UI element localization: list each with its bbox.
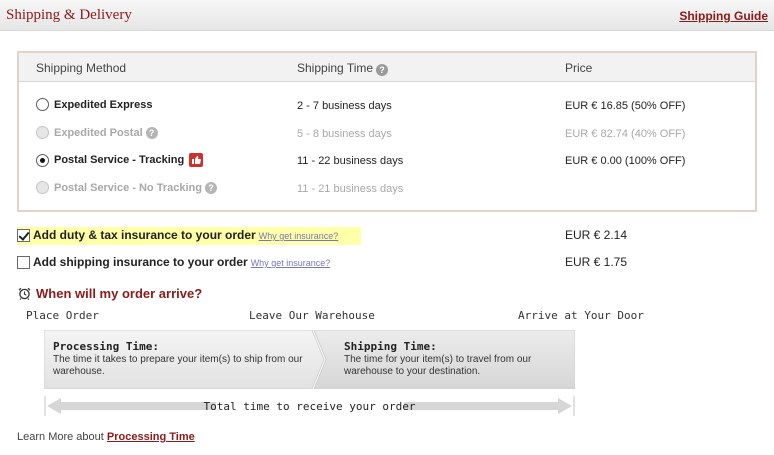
learn-more-prefix: Learn More about xyxy=(17,431,104,443)
method-label: Expedited Postal xyxy=(54,126,143,139)
shipping-time-title: Shipping Time: xyxy=(344,340,437,353)
learn-more: Learn More about Processing Time xyxy=(17,431,195,443)
method-label: Postal Service - No Tracking xyxy=(54,181,202,194)
shipping-insurance-price: EUR € 1.75 xyxy=(565,255,628,269)
shipping-insurance-label: Add shipping insurance to your order xyxy=(33,255,248,269)
header-shipping-method: Shipping Method xyxy=(36,61,127,75)
total-time-bar: Total time to receive your order xyxy=(44,396,575,416)
header-price: Price xyxy=(565,61,593,75)
duty-insurance-checkbox[interactable] xyxy=(17,229,30,242)
shipping-row-postal-no-tracking: Postal Service - No Tracking? 11 - 21 bu… xyxy=(19,178,755,198)
help-icon[interactable]: ? xyxy=(204,181,217,194)
shipping-guide-link[interactable]: Shipping Guide xyxy=(679,9,768,23)
radio-postal-tracking[interactable] xyxy=(36,153,49,167)
method-label: Postal Service - Tracking xyxy=(54,154,185,166)
radio-expedited-postal xyxy=(36,126,49,139)
shipping-row-expedited-express[interactable]: Expedited Express 2 - 7 business days EU… xyxy=(19,95,755,115)
shipping-time: 11 - 21 business days xyxy=(297,183,404,195)
shipping-time-desc: The time for your item(s) to travel from… xyxy=(344,354,532,377)
shipping-row-expedited-postal: Expedited Postal? 5 - 8 business days EU… xyxy=(19,123,755,143)
why-insurance-link[interactable]: Why get insurance? xyxy=(251,258,331,268)
duty-insurance-price: EUR € 2.14 xyxy=(565,228,628,242)
header-shipping-time-label: Shipping Time xyxy=(297,61,374,75)
shipping-insurance-checkbox[interactable] xyxy=(17,256,30,269)
shipping-row-postal-tracking[interactable]: Postal Service - Tracking 11 - 22 busine… xyxy=(19,150,755,170)
timeline-diagram: Processing Time: The time it takes to pr… xyxy=(44,330,575,389)
shipping-time-block: Shipping Time: The time for your item(s)… xyxy=(344,341,569,378)
processing-time-desc: The time it takes to prepare your item(s… xyxy=(53,354,303,377)
why-insurance-link[interactable]: Why get insurance? xyxy=(259,231,339,241)
table-header: Shipping Method Shipping Time? Price xyxy=(19,53,755,82)
radio-expedited-express[interactable] xyxy=(36,98,49,111)
header-shipping-time: Shipping Time? xyxy=(297,61,389,76)
duty-insurance-label: Add duty & tax insurance to your order xyxy=(33,228,256,242)
total-time-label: Total time to receive your order xyxy=(203,400,416,413)
thumbs-up-icon xyxy=(189,153,204,167)
help-icon[interactable]: ? xyxy=(376,64,389,76)
duty-insurance-option: Add duty & tax insurance to your order Wh… xyxy=(17,227,757,245)
label-place-order: Place Order xyxy=(26,309,99,322)
processing-time-link[interactable]: Processing Time xyxy=(107,431,195,443)
shipping-price: EUR € 0.00 (100% OFF) xyxy=(565,155,686,167)
shipping-price: EUR € 16.85 (50% OFF) xyxy=(565,100,686,112)
shipping-price: EUR € 82.74 (40% OFF) xyxy=(565,128,686,140)
shipping-method-table: Shipping Method Shipping Time? Price Exp… xyxy=(17,51,757,212)
processing-time-title: Processing Time: xyxy=(53,340,159,353)
shipping-time: 5 - 8 business days xyxy=(297,128,392,140)
section-header: Shipping & Delivery Shipping Guide xyxy=(0,0,774,31)
label-leave-warehouse: Leave Our Warehouse xyxy=(249,309,375,322)
label-arrive-door: Arrive at Your Door xyxy=(518,309,644,322)
shipping-time: 11 - 22 business days xyxy=(297,155,404,167)
shipping-time: 2 - 7 business days xyxy=(297,100,392,112)
arrival-title: When will my order arrive? xyxy=(36,286,203,301)
arrival-heading: When will my order arrive? xyxy=(18,286,202,301)
alarm-clock-icon xyxy=(18,287,31,301)
method-label: Expedited Express xyxy=(54,98,153,111)
shipping-insurance-option: Add shipping insurance to your order Why … xyxy=(17,254,757,272)
help-icon[interactable]: ? xyxy=(145,126,158,139)
processing-time-block: Processing Time: The time it takes to pr… xyxy=(53,341,303,378)
radio-postal-no-tracking xyxy=(36,181,49,194)
section-title: Shipping & Delivery xyxy=(6,7,132,23)
